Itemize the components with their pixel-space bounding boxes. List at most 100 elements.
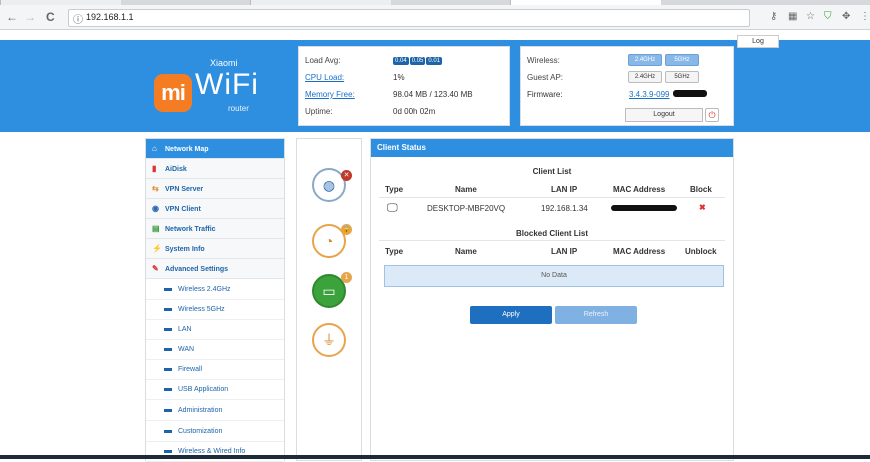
sidebar-item-label: Network Map	[165, 146, 209, 153]
redacted-mac-address	[611, 205, 677, 211]
submenu-wan[interactable]: WAN	[146, 340, 284, 360]
submenu-label: Wireless 2.4GHz	[178, 286, 231, 293]
disk-icon: ▮	[152, 164, 157, 173]
redacted-firmware-suffix	[673, 90, 707, 97]
blocked-col-mac-address: MAC Address	[613, 247, 666, 256]
submenu-usb-application[interactable]: USB Application	[146, 380, 284, 400]
system-status-panel: Load Avg: 0.04 0.05 0.01 CPU Load: 1% Memo…	[298, 46, 510, 126]
dash-icon	[164, 408, 172, 412]
wireless-5ghz-toggle[interactable]: 5GHz	[665, 54, 699, 66]
apply-button[interactable]: Apply	[470, 306, 552, 324]
guest-5ghz-toggle[interactable]: 5GHz	[665, 71, 699, 83]
col-block: Block	[690, 185, 712, 194]
sidebar-item-network-map[interactable]: ⌂ Network Map	[146, 139, 284, 159]
submenu-lan[interactable]: LAN	[146, 320, 284, 340]
uptime-value: 0d 00h 02m	[393, 107, 436, 116]
reload-icon[interactable]: C	[46, 10, 55, 24]
submenu-label: Firewall	[178, 366, 203, 373]
screen-bottom-edge	[0, 455, 870, 459]
col-name: Name	[455, 185, 477, 194]
dash-icon	[164, 327, 172, 331]
client-status-title: Client Status	[371, 139, 733, 157]
col-mac-address: MAC Address	[613, 185, 666, 194]
load-avg-1: 0.04	[393, 57, 409, 65]
address-bar[interactable]: ⓘ 192.168.1.1	[68, 9, 750, 27]
sidebar-item-advanced-settings[interactable]: ✎ Advanced Settings	[146, 259, 284, 279]
refresh-button[interactable]: Refresh	[555, 306, 637, 324]
col-type: Type	[385, 185, 404, 194]
dash-icon	[164, 449, 172, 453]
vpn-client-icon: ◉	[152, 204, 159, 213]
blocked-col-name: Name	[455, 247, 477, 256]
submenu-label: LAN	[178, 326, 192, 333]
submenu-label: Wireless & Wired Info	[178, 448, 246, 455]
block-client-icon[interactable]: ✖	[699, 203, 706, 212]
client-count-badge: 1	[341, 272, 352, 283]
submenu-wireless-wired-info[interactable]: Wireless & Wired Info	[146, 442, 284, 462]
firmware-version-link[interactable]: 3.4.3.9-099	[629, 90, 669, 99]
product-subtitle: router	[228, 104, 249, 113]
site-info-icon[interactable]: ⓘ	[73, 11, 83, 26]
client-name: DESKTOP-MBF20VQ	[427, 204, 506, 213]
log-link[interactable]: Log	[737, 35, 779, 48]
usb-device-icon[interactable]: ⏚	[312, 323, 346, 357]
sidebar-item-aidisk[interactable]: ▮ AiDisk	[146, 159, 284, 179]
divider	[379, 197, 725, 198]
submenu-wireless-24ghz[interactable]: Wireless 2.4GHz	[146, 280, 284, 300]
brand-name: Xiaomi	[210, 58, 238, 68]
sidebar-item-vpn-server[interactable]: ⇆ VPN Server	[146, 179, 284, 199]
mi-logo: mi	[154, 74, 192, 112]
network-map-column: ◍ ✕ ◔ 🔒 ▭ 1 ⏚	[296, 138, 362, 461]
blocked-col-type: Type	[385, 247, 404, 256]
blocked-col-lan-ip: LAN IP	[551, 247, 578, 256]
logout-button[interactable]: Logout	[625, 108, 703, 122]
wrench-icon: ✎	[152, 264, 159, 273]
sidebar-item-label: AiDisk	[165, 166, 187, 173]
memory-free-value: 98.04 MB / 123.40 MB	[393, 90, 473, 99]
translate-icon[interactable]: ▦	[788, 11, 797, 22]
load-avg-15: 0.01	[426, 57, 443, 65]
load-avg-values: 0.04 0.05 0.01	[393, 55, 443, 65]
submenu-administration[interactable]: Administration	[146, 401, 284, 421]
product-name: WiFi	[195, 68, 259, 101]
dash-icon	[164, 387, 172, 391]
load-avg-5: 0.05	[409, 57, 426, 65]
submenu-customization[interactable]: Customization	[146, 422, 284, 442]
guest-ap-label: Guest AP:	[527, 73, 564, 82]
dash-icon	[164, 307, 172, 311]
home-icon: ⌂	[152, 144, 157, 153]
desktop-icon: 🖵	[387, 202, 398, 214]
sidebar-item-network-traffic[interactable]: ▤ Network Traffic	[146, 219, 284, 239]
dash-icon	[164, 367, 172, 371]
blocked-client-list-title: Blocked Client List	[515, 229, 588, 238]
extension-icon[interactable]: ✥	[842, 11, 850, 22]
menu-dots-icon[interactable]: ⋮	[860, 11, 870, 22]
forward-icon[interactable]: →	[24, 10, 36, 24]
submenu-wireless-5ghz[interactable]: Wireless 5GHz	[146, 300, 284, 320]
blocked-col-unblock: Unblock	[685, 247, 717, 256]
sidebar-item-label: Advanced Settings	[165, 266, 229, 273]
client-list-title: Client List	[532, 167, 572, 176]
firmware-label: Firmware:	[527, 90, 563, 99]
star-icon[interactable]: ☆	[806, 11, 815, 22]
url-text: 192.168.1.1	[86, 12, 134, 22]
sidebar-item-system-info[interactable]: ⚡ System Info	[146, 239, 284, 259]
guest-24ghz-toggle[interactable]: 2.4GHz	[628, 71, 662, 83]
dash-icon	[164, 347, 172, 351]
cpu-load-link[interactable]: CPU Load:	[305, 73, 344, 82]
sidebar-item-vpn-client[interactable]: ◉ VPN Client	[146, 199, 284, 219]
shield-extension-icon[interactable]: ⛉	[824, 11, 832, 22]
wireless-24ghz-toggle[interactable]: 2.4GHz	[628, 54, 662, 66]
disconnected-badge-icon: ✕	[341, 170, 352, 181]
power-icon[interactable]: ⏻	[705, 108, 719, 122]
submenu-firewall[interactable]: Firewall	[146, 360, 284, 380]
submenu-label: WAN	[178, 346, 195, 353]
client-ip: 192.168.1.34	[541, 204, 588, 213]
back-icon[interactable]: ←	[6, 10, 18, 24]
load-avg-label: Load Avg:	[305, 56, 341, 65]
memory-free-link[interactable]: Memory Free:	[305, 90, 355, 99]
key-icon[interactable]: ⚷	[770, 11, 777, 22]
divider	[379, 240, 725, 241]
client-status-panel: Client Status Client List Type Name LAN …	[370, 138, 734, 461]
uptime-label: Uptime:	[305, 107, 333, 116]
